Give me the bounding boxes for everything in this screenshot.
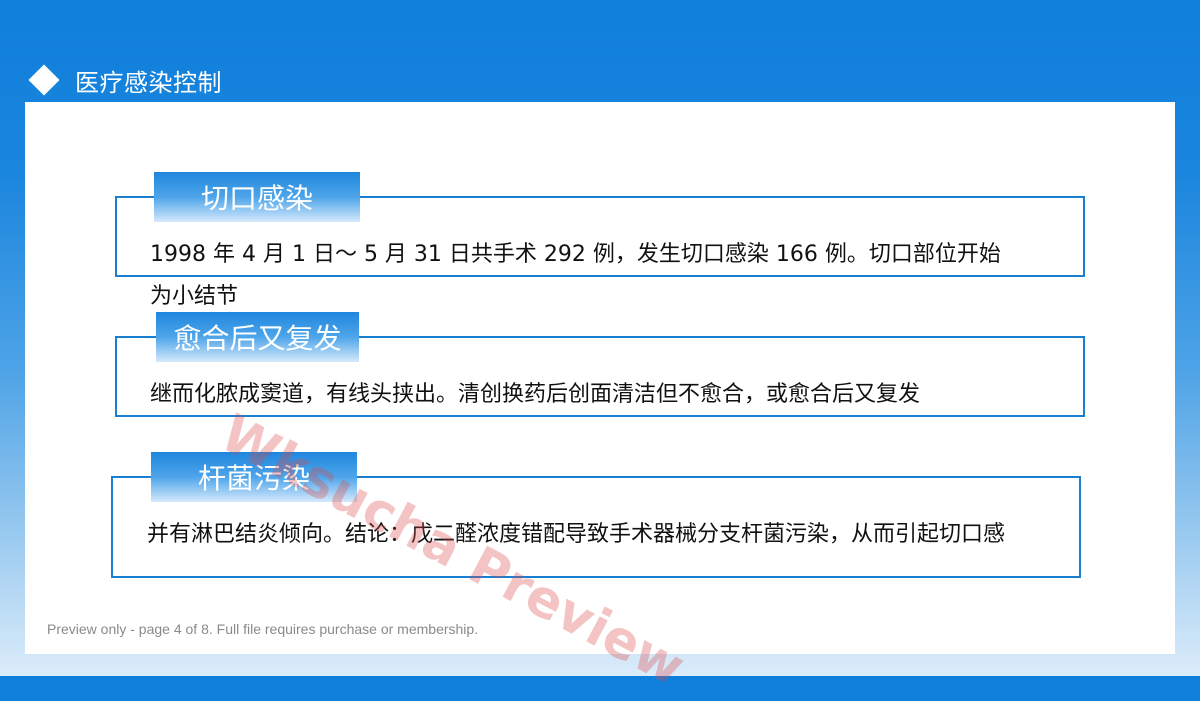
slide-header: 医疗感染控制: [28, 60, 222, 100]
section-text-1-line-1: 1998 年 4 月 1 日～ 5 月 31 日共手术 292 例，发生切口感染…: [150, 242, 1001, 267]
section-text-2-line-1: 继而化脓成窦道，有线头挟出。清创换药后创面清洁但不愈合，或愈合后又复发: [150, 382, 921, 407]
diamond-icon: [28, 64, 60, 96]
section-tag-1: 切口感染: [154, 172, 360, 222]
preview-note: Preview only - page 4 of 8. Full file re…: [47, 621, 479, 637]
section-text-3-line-1: 并有淋巴结炎倾向。结论：戊二醛浓度错配导致手术器械分支杆菌污染，从而引起切口感: [147, 522, 1006, 547]
slide-title: 医疗感染控制: [75, 68, 222, 97]
section-tag-3: 杆菌污染: [151, 452, 357, 502]
section-tag-2: 愈合后又复发: [156, 312, 359, 362]
